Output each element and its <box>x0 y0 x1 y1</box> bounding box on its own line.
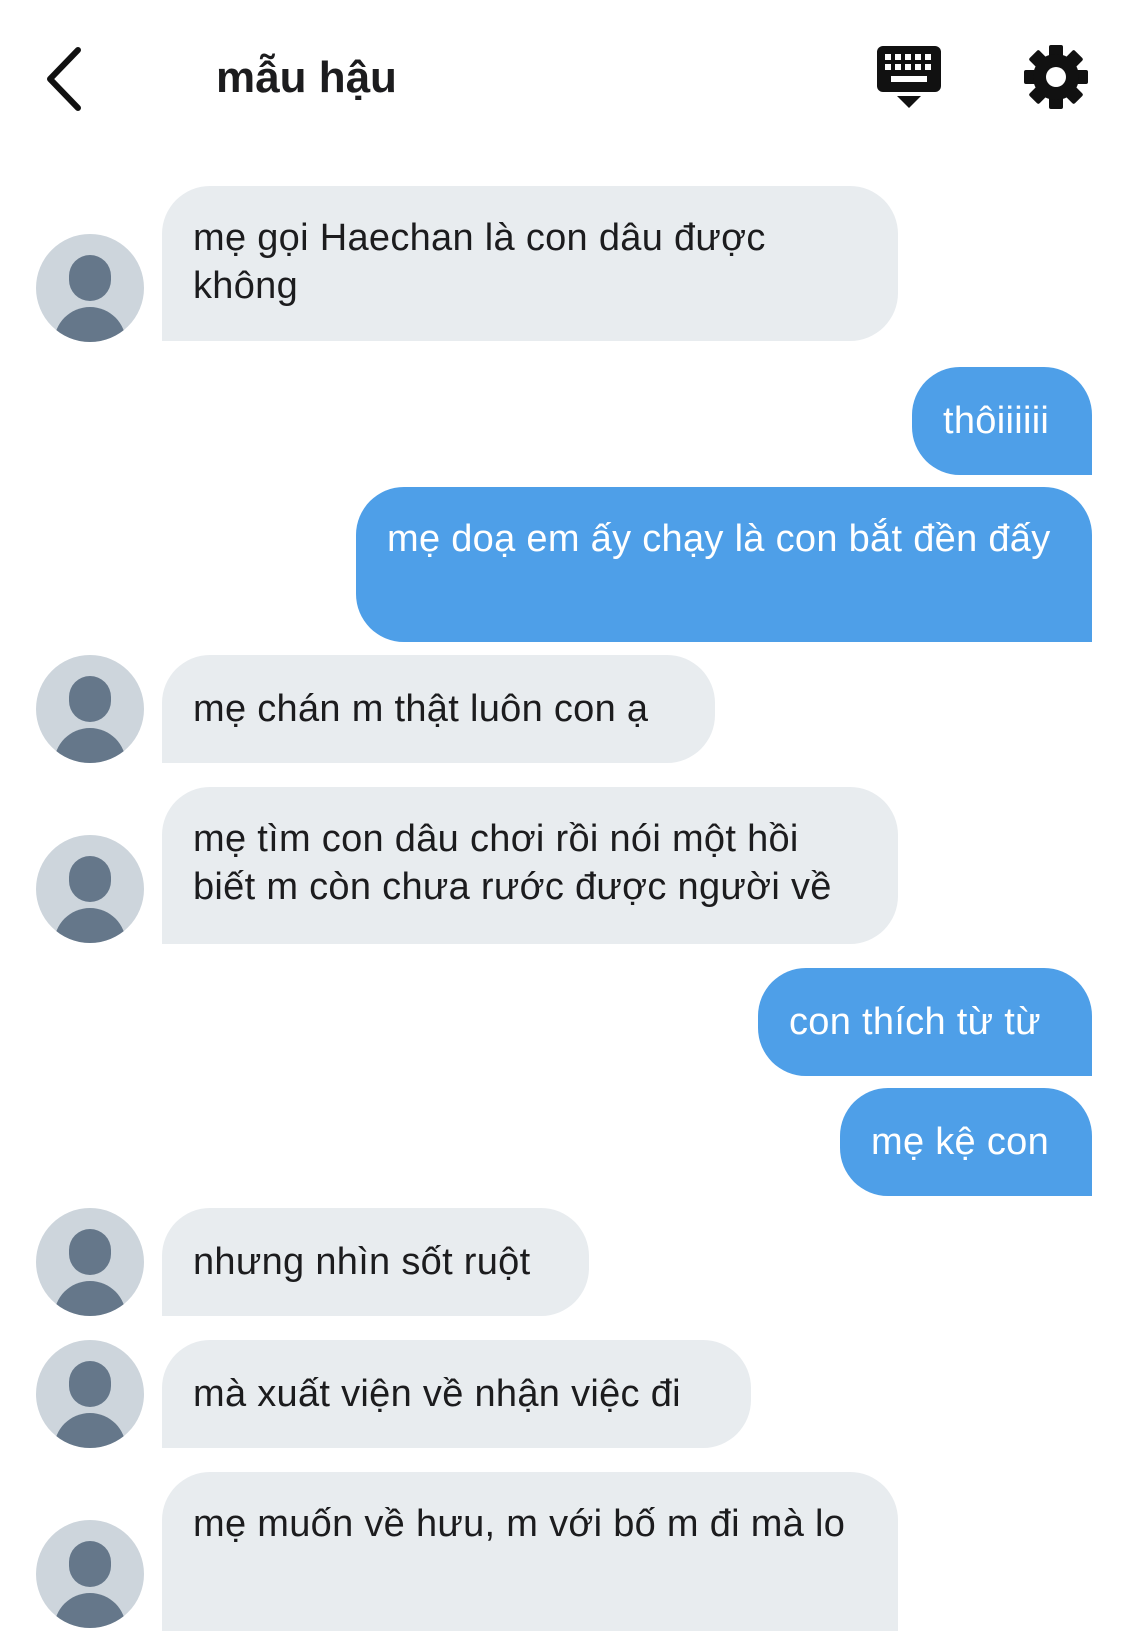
avatar[interactable] <box>36 1520 144 1628</box>
incoming-message: nhưng nhìn sốt ruột <box>162 1208 589 1316</box>
outgoing-message: mẹ doạ em ấy chạy là con bắt đền đấy <box>356 487 1092 642</box>
incoming-message: mẹ muốn về hưu, m với bố m đi mà lo <box>162 1472 898 1631</box>
avatar[interactable] <box>36 1340 144 1448</box>
avatar[interactable] <box>36 835 144 943</box>
incoming-message: mà xuất viện về nhận việc đi <box>162 1340 751 1448</box>
message-list: mẹ gọi Haechan là con dâu được không thô… <box>0 0 1125 1631</box>
incoming-message: mẹ chán m thật luôn con ạ <box>162 655 715 763</box>
avatar[interactable] <box>36 234 144 342</box>
incoming-message: mẹ tìm con dâu chơi rồi nói một hồi biết… <box>162 787 898 944</box>
outgoing-message: mẹ kệ con <box>840 1088 1092 1196</box>
avatar[interactable] <box>36 1208 144 1316</box>
chat-screen: mẫu hậu mẹ gọi Haechan là con dâu được k… <box>0 0 1125 1631</box>
outgoing-message: thôiiiiii <box>912 367 1092 475</box>
avatar[interactable] <box>36 655 144 763</box>
outgoing-message: con thích từ từ <box>758 968 1092 1076</box>
incoming-message: mẹ gọi Haechan là con dâu được không <box>162 186 898 341</box>
